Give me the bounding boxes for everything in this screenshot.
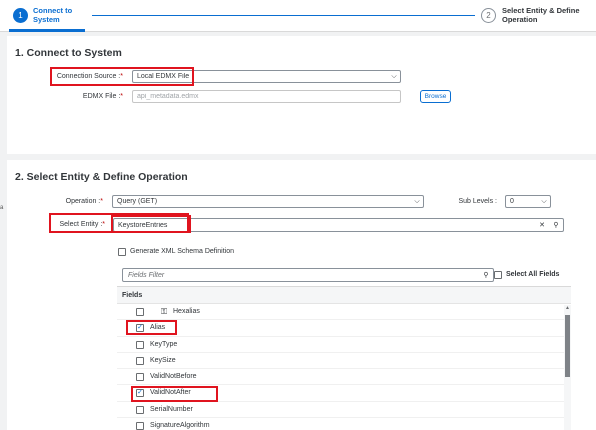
select-entity-panel: 2. Select Entity & Define Operation Oper… xyxy=(7,160,596,430)
fields-filter-input[interactable]: Fields Filter ⚲ xyxy=(122,268,494,282)
field-row[interactable]: ✓ Alias xyxy=(117,320,571,337)
select-all-label: Select All Fields xyxy=(506,271,560,278)
field-checkbox[interactable] xyxy=(136,405,144,414)
field-row[interactable]: ValidNotBefore xyxy=(117,369,571,386)
field-label: SignatureAlgorithm xyxy=(150,422,210,430)
section-1-title: 1. Connect to System xyxy=(15,47,122,59)
operation-label: Operation :* xyxy=(65,198,103,205)
connect-to-system-panel: 1. Connect to System Connection Source :… xyxy=(7,36,596,154)
field-checkbox[interactable] xyxy=(136,373,144,382)
browse-button[interactable]: Browse xyxy=(420,90,451,103)
field-label: KeySize xyxy=(150,356,176,364)
chevron-down-icon: ⌵ xyxy=(414,197,420,205)
chevron-down-icon: ⌵ xyxy=(391,72,397,80)
field-row[interactable]: KeySize xyxy=(117,353,571,370)
connection-source-label: Connection Source :* xyxy=(56,73,123,80)
sub-levels-select[interactable]: 0 ⌵ xyxy=(505,195,551,208)
select-all-checkbox[interactable] xyxy=(494,271,502,279)
field-row[interactable]: KeyType xyxy=(117,337,571,353)
field-label: ValidNotAfter xyxy=(150,389,191,397)
operation-select[interactable]: Query (GET) ⌵ xyxy=(112,195,424,208)
field-checkbox[interactable] xyxy=(136,422,144,430)
field-checkbox[interactable] xyxy=(136,356,144,365)
edmx-file-label: EDMX File :* xyxy=(82,93,123,100)
wizard-header: 1 Connect to System 2 Select Entity & De… xyxy=(0,0,596,32)
field-label: SerialNumber xyxy=(150,405,193,413)
search-icon[interactable]: ⚲ xyxy=(479,271,493,279)
generate-xml-checkbox[interactable] xyxy=(118,248,126,256)
field-label: KeyType xyxy=(150,340,178,348)
field-row[interactable]: ✓ ValidNotAfter xyxy=(117,385,571,402)
field-row[interactable]: SerialNumber xyxy=(117,402,571,419)
field-checkbox[interactable] xyxy=(136,340,144,349)
section-2-title: 2. Select Entity & Define Operation xyxy=(15,171,188,183)
search-icon[interactable]: ⚲ xyxy=(549,221,563,229)
generate-xml-label: Generate XML Schema Definition xyxy=(130,248,235,255)
scrollbar-thumb[interactable] xyxy=(565,315,570,377)
field-checkbox[interactable]: ✓ xyxy=(136,389,144,398)
fields-list: ⚿ Hexalias ✓ Alias KeyType KeySize ValidNotBef… xyxy=(117,304,571,430)
field-checkbox[interactable] xyxy=(136,308,144,316)
field-checkbox[interactable]: ✓ xyxy=(136,324,144,333)
step-connector-line xyxy=(92,15,475,16)
side-mark: a xyxy=(0,205,4,211)
select-entity-input[interactable]: KeystoreEntries ✕ ⚲ xyxy=(113,218,564,232)
field-label: Alias xyxy=(150,324,166,332)
key-icon: ⚿ xyxy=(161,307,168,316)
fields-header: Fields xyxy=(117,287,571,304)
field-label: ValidNotBefore xyxy=(150,373,197,381)
step-2-indicator[interactable]: 2 xyxy=(481,8,496,23)
edmx-file-input[interactable]: api_metadata.edmx xyxy=(132,90,401,103)
connection-source-select[interactable]: Local EDMX File ⌵ xyxy=(132,70,401,83)
select-entity-label: Select Entity :* xyxy=(59,221,105,228)
clear-icon[interactable]: ✕ xyxy=(535,221,549,229)
fields-table: Fields ⚿ Hexalias ✓ Alias KeyType KeySize Vali… xyxy=(117,286,571,430)
field-row[interactable]: ⚿ Hexalias xyxy=(117,304,571,321)
step-1-indicator[interactable]: 1 xyxy=(13,8,28,23)
chevron-down-icon: ⌵ xyxy=(541,197,547,205)
field-label: Hexalias xyxy=(173,308,200,315)
sub-levels-label: Sub Levels : xyxy=(458,198,497,205)
field-row[interactable]: SignatureAlgorithm xyxy=(117,418,571,430)
step-1-label[interactable]: Connect to System xyxy=(33,6,81,24)
step-2-label[interactable]: Select Entity & Define Operation xyxy=(502,6,592,24)
scroll-up-icon[interactable]: ▲ xyxy=(564,305,571,313)
active-step-underline xyxy=(9,29,85,32)
